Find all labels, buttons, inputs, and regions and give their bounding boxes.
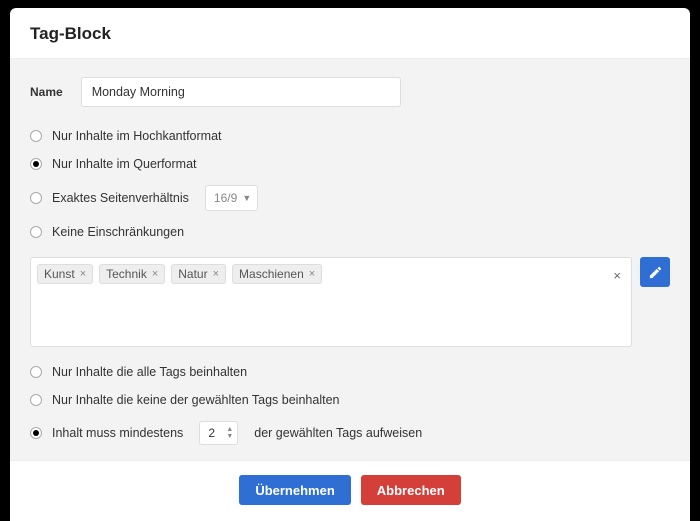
tag-area: Kunst × Technik × Natur × Maschienen × × (30, 257, 670, 347)
radio-icon (30, 394, 42, 406)
radio-all-tags[interactable]: Nur Inhalte die alle Tags beinhalten (30, 365, 670, 379)
tag-list: Kunst × Technik × Natur × Maschienen × (37, 264, 322, 284)
tag-chip-label: Natur (178, 267, 207, 281)
tag-remove-icon[interactable]: × (309, 268, 315, 280)
tag-remove-icon[interactable]: × (213, 268, 219, 280)
radio-label-suffix: der gewählten Tags aufweisen (254, 426, 422, 440)
radio-icon (30, 427, 42, 439)
radio-portrait[interactable]: Nur Inhalte im Hochkantformat (30, 129, 670, 143)
tag-chip: Technik × (99, 264, 165, 284)
radio-icon (30, 158, 42, 170)
stepper-controls: ▲ ▼ (226, 426, 233, 440)
tag-match-group: Nur Inhalte die alle Tags beinhalten Nur… (30, 365, 670, 460)
radio-label: Keine Einschränkungen (52, 225, 184, 239)
name-input[interactable] (81, 77, 401, 107)
stepper-up-icon[interactable]: ▲ (226, 426, 233, 433)
aspect-value: 16/9 (214, 191, 237, 205)
radio-label: Nur Inhalte die keine der gewählten Tags… (52, 393, 339, 407)
apply-button[interactable]: Übernehmen (239, 475, 350, 505)
modal-header: Tag-Block (10, 8, 690, 59)
radio-min-tags[interactable]: Inhalt muss mindestens 2 ▲ ▼ der gewählt… (30, 421, 670, 445)
tag-remove-icon[interactable]: × (152, 268, 158, 280)
tag-chip-label: Kunst (44, 267, 75, 281)
tag-chip-label: Maschienen (239, 267, 304, 281)
radio-icon (30, 226, 42, 238)
min-tags-stepper[interactable]: 2 ▲ ▼ (199, 421, 238, 445)
modal-title: Tag-Block (30, 24, 670, 44)
radio-exact-aspect[interactable]: Exaktes Seitenverhältnis 16/9 ▼ (30, 185, 670, 211)
cancel-button[interactable]: Abbrechen (361, 475, 461, 505)
modal-body: Name Nur Inhalte im Hochkantformat Nur I… (10, 59, 690, 460)
chevron-down-icon: ▼ (242, 193, 251, 203)
tag-chip-label: Technik (106, 267, 147, 281)
radio-landscape[interactable]: Nur Inhalte im Querformat (30, 157, 670, 171)
stepper-down-icon[interactable]: ▼ (226, 433, 233, 440)
format-group: Nur Inhalte im Hochkantformat Nur Inhalt… (30, 129, 670, 239)
edit-icon (648, 265, 663, 280)
clear-all-tags-icon[interactable]: × (613, 268, 621, 283)
name-row: Name (30, 77, 670, 107)
radio-label-prefix: Inhalt muss mindestens (52, 426, 183, 440)
modal-footer: Übernehmen Abbrechen (10, 460, 690, 521)
radio-label: Nur Inhalte die alle Tags beinhalten (52, 365, 247, 379)
radio-icon (30, 192, 42, 204)
radio-no-restrictions[interactable]: Keine Einschränkungen (30, 225, 670, 239)
tag-chip: Natur × (171, 264, 226, 284)
radio-icon (30, 366, 42, 378)
tag-input-box[interactable]: Kunst × Technik × Natur × Maschienen × × (30, 257, 632, 347)
radio-label: Nur Inhalte im Hochkantformat (52, 129, 222, 143)
radio-none-tags[interactable]: Nur Inhalte die keine der gewählten Tags… (30, 393, 670, 407)
radio-icon (30, 130, 42, 142)
tag-chip: Maschienen × (232, 264, 322, 284)
aspect-select[interactable]: 16/9 ▼ (205, 185, 258, 211)
radio-label: Exaktes Seitenverhältnis (52, 191, 189, 205)
tag-block-modal: Tag-Block Name Nur Inhalte im Hochkantfo… (10, 8, 690, 521)
tag-remove-icon[interactable]: × (80, 268, 86, 280)
tag-chip: Kunst × (37, 264, 93, 284)
min-tags-value: 2 (208, 426, 222, 440)
edit-tags-button[interactable] (640, 257, 670, 287)
radio-label: Nur Inhalte im Querformat (52, 157, 197, 171)
name-label: Name (30, 85, 63, 99)
